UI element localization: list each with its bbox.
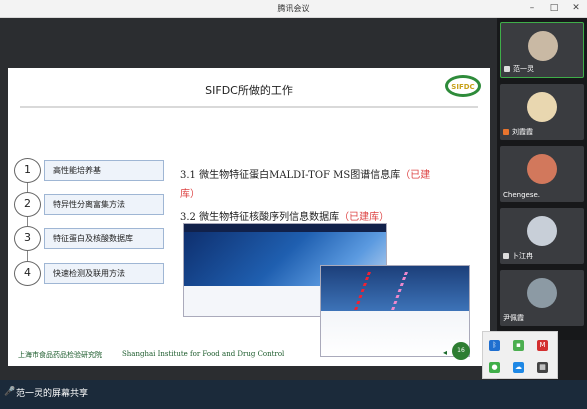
content-line-1: 3.1 微生物特征蛋白MALDI-TOF MS图谱信息库（已建 [180, 166, 430, 181]
prev-slide-icon[interactable]: ◂ [443, 348, 447, 357]
step-item-1: 1 高性能培养基 [14, 158, 164, 183]
participant-name: 范一灵 [513, 65, 534, 73]
security-icon[interactable]: M [537, 340, 548, 351]
mic-icon [503, 129, 509, 135]
participant-name: 卜江冉 [512, 252, 533, 260]
participant-caption: 尹佩霞 [503, 313, 524, 323]
mic-icon[interactable]: 🎤 [4, 387, 15, 397]
wechat-icon[interactable]: ● [489, 362, 500, 373]
content-line-2-tag: （已建库） [339, 212, 390, 223]
content-line-1-text: 3.1 微生物特征蛋白MALDI-TOF MS图谱信息库 [180, 170, 401, 181]
step-item-2: 2 特异性分离富集方法 [14, 192, 164, 217]
close-icon[interactable]: ✕ [571, 3, 581, 13]
meeting-app: 腾讯会议 – □ ✕ SIFDC所做的工作 SIFDC 1 高性能培养基 2 特… [0, 0, 587, 409]
content-line-1b: 库） [180, 185, 200, 200]
participant-tile[interactable]: 尹佩霞 [500, 270, 584, 326]
participant-video [528, 31, 558, 61]
step-label: 特征蛋白及核酸数据库 [44, 228, 164, 249]
step-item-4: 4 快速检测及联用方法 [14, 261, 164, 286]
step-label: 特异性分离富集方法 [44, 194, 164, 215]
participant-caption: 刘霞霞 [503, 127, 533, 137]
screen-share-area: SIFDC所做的工作 SIFDC 1 高性能培养基 2 特异性分离富集方法 3 … [0, 18, 497, 380]
dna-image [354, 272, 408, 310]
participant-avatar [527, 154, 557, 184]
participant-name: Chengese. [503, 191, 540, 199]
step-item-3: 3 特征蛋白及核酸数据库 [14, 226, 164, 251]
network-icon[interactable]: ▪ [513, 340, 524, 351]
slide-title: SIFDC所做的工作 [205, 84, 293, 97]
participants-panel: 范一灵 刘霞霞 Chengese. 卜江冉 尹佩霞 [497, 18, 587, 340]
presentation-slide: SIFDC所做的工作 SIFDC 1 高性能培养基 2 特异性分离富集方法 3 … [8, 68, 490, 366]
participant-caption: Chengese. [503, 191, 540, 199]
cloud-icon[interactable]: ☁ [513, 362, 524, 373]
participant-avatar [527, 278, 557, 308]
step-number: 2 [14, 192, 41, 217]
svg-text:SIFDC: SIFDC [451, 83, 474, 91]
mic-icon [504, 66, 510, 72]
minimize-icon[interactable]: – [527, 3, 537, 13]
participant-caption: 范一灵 [504, 64, 534, 74]
step-number: 1 [14, 158, 41, 183]
footer-institute-en: Shanghai Institute for Food and Drug Con… [122, 350, 285, 358]
step-label: 快速检测及联用方法 [44, 263, 164, 284]
title-bar: 腾讯会议 – □ ✕ [0, 0, 587, 18]
participant-tile[interactable]: 刘霞霞 [500, 84, 584, 140]
participant-name: 刘霞霞 [512, 128, 533, 136]
window-title: 腾讯会议 [277, 4, 310, 13]
page-number-badge: 16 [452, 342, 470, 360]
maximize-icon[interactable]: □ [549, 3, 559, 13]
step-label: 高性能培养基 [44, 160, 164, 181]
title-divider [20, 106, 478, 108]
content-line-2: 3.2 微生物特征核酸序列信息数据库（已建库） [180, 208, 389, 223]
mic-icon [503, 253, 509, 259]
share-status-text: 范一灵的屏幕共享 [16, 389, 89, 399]
sifdc-logo: SIFDC [445, 75, 481, 97]
participant-tile[interactable]: 范一灵 [500, 22, 584, 78]
participant-avatar [527, 92, 557, 122]
participant-name: 尹佩霞 [503, 314, 524, 322]
app-icon[interactable]: ▦ [537, 362, 548, 373]
window-controls: – □ ✕ [527, 3, 581, 13]
participant-tile[interactable]: Chengese. [500, 146, 584, 202]
participant-tile[interactable]: 卜江冉 [500, 208, 584, 264]
content-line-1-tag: （已建 [400, 170, 431, 181]
shared-window-top [0, 18, 497, 66]
database-screenshot-2 [320, 265, 470, 357]
step-number: 4 [14, 261, 41, 286]
footer-institute-cn: 上海市食品药品检验研究院 [18, 351, 102, 359]
system-tray-popup: ᛒ ▪ M ● ☁ ▦ [482, 331, 558, 379]
bluetooth-icon[interactable]: ᛒ [489, 340, 500, 351]
content-line-2-text: 3.2 微生物特征核酸序列信息数据库 [180, 212, 340, 223]
step-number: 3 [14, 226, 41, 251]
content-line-1-cont: 库） [180, 189, 200, 200]
participant-caption: 卜江冉 [503, 251, 533, 261]
screen-share-bar: 🎤 范一灵的屏幕共享 [0, 380, 587, 409]
participant-avatar [527, 216, 557, 246]
